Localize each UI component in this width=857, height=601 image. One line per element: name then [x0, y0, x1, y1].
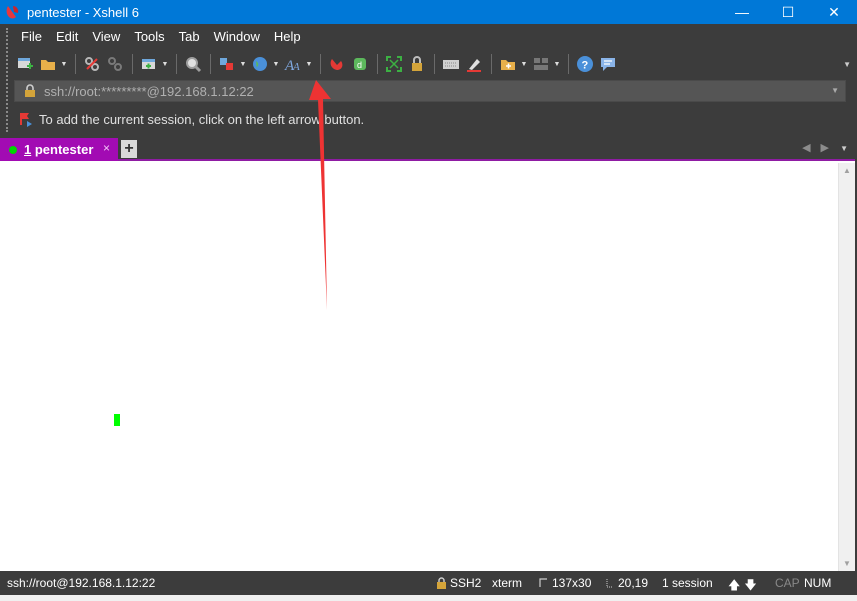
- window-bottom-edge: [0, 595, 857, 601]
- maximize-button[interactable]: ☐: [765, 0, 811, 24]
- size-icon: [539, 578, 547, 587]
- transfer-dropdown-icon[interactable]: ▼: [239, 53, 247, 75]
- open-folder-icon[interactable]: [37, 53, 59, 75]
- menu-edit[interactable]: Edit: [49, 28, 85, 46]
- status-connection: ssh://root@192.168.1.12:22: [7, 576, 156, 590]
- reconnect-icon[interactable]: [81, 53, 103, 75]
- terminal-cursor: [114, 414, 120, 426]
- tab-label: 1 pentester: [24, 142, 93, 157]
- status-lock-icon: [437, 577, 446, 589]
- menu-view[interactable]: View: [85, 28, 127, 46]
- tab-bar: 1 pentester × + ◀ ▶ ▼: [0, 138, 857, 161]
- menu-help[interactable]: Help: [267, 28, 308, 46]
- status-num: NUM: [804, 576, 832, 590]
- scroll-down-icon[interactable]: ▼: [843, 559, 851, 568]
- toolbar-separator: [377, 54, 378, 74]
- tab-next-icon[interactable]: ▶: [821, 141, 829, 154]
- layout-dropdown-icon[interactable]: ▼: [553, 53, 561, 75]
- status-size: 137x30: [539, 576, 591, 590]
- status-size-text: 137x30: [552, 576, 592, 590]
- compose-dropdown-icon[interactable]: ▼: [520, 53, 528, 75]
- new-tab-dropdown-icon[interactable]: ▼: [161, 53, 169, 75]
- new-tab-icon[interactable]: [138, 53, 160, 75]
- toolbar-overflow-icon[interactable]: ▼: [843, 60, 851, 69]
- status-bar: ssh://root@192.168.1.12:22 SSH2 xterm 13…: [0, 571, 857, 595]
- keyboard-icon[interactable]: [440, 53, 462, 75]
- status-protocol-text: SSH2: [450, 576, 482, 590]
- toolbar-separator: [434, 54, 435, 74]
- svg-text:?: ?: [582, 60, 589, 72]
- fullscreen-icon[interactable]: [383, 53, 405, 75]
- menu-file[interactable]: File: [14, 28, 49, 46]
- toolbar-separator: [132, 54, 133, 74]
- download-arrow-icon: 🡇: [744, 578, 757, 592]
- menu-window[interactable]: Window: [207, 28, 267, 46]
- tab-session-1[interactable]: 1 pentester ×: [0, 138, 118, 161]
- toolbar-separator: [210, 54, 211, 74]
- add-tab-button[interactable]: +: [121, 140, 137, 158]
- compose-icon[interactable]: [497, 53, 519, 75]
- upload-arrow-icon: 🡅: [728, 578, 741, 592]
- position-icon: [606, 579, 613, 588]
- status-transfer-arrows: 🡅 🡇: [728, 576, 757, 597]
- minimize-button[interactable]: —: [719, 0, 765, 24]
- toolbar-separator: [75, 54, 76, 74]
- status-caps: CAP: [775, 576, 800, 590]
- status-sessions: 1 session: [662, 576, 713, 590]
- tab-name: pentester: [34, 142, 94, 157]
- menu-tools[interactable]: Tools: [127, 28, 171, 46]
- transfer-icon[interactable]: [216, 53, 238, 75]
- tab-prev-icon[interactable]: ◀: [802, 141, 810, 154]
- add-session-arrow-icon[interactable]: [18, 111, 34, 127]
- xftp-icon[interactable]: [326, 53, 348, 75]
- window-title: pentester - Xshell 6: [27, 4, 140, 20]
- status-position: 20,19: [605, 576, 648, 590]
- status-position-text: 20,19: [618, 576, 649, 590]
- disconnect-icon[interactable]: [104, 53, 126, 75]
- terminal-scrollbar[interactable]: ▲ ▼: [838, 163, 855, 571]
- status-protocol: SSH2: [436, 576, 481, 590]
- menu-tab[interactable]: Tab: [172, 28, 207, 46]
- open-dropdown-icon[interactable]: ▼: [60, 53, 68, 75]
- svg-text:d: d: [357, 60, 362, 70]
- address-bar[interactable]: ssh://root:*********@192.168.1.12:22 ▼: [14, 80, 846, 102]
- globe-icon[interactable]: [249, 53, 271, 75]
- toolbar-separator: [491, 54, 492, 74]
- scroll-up-icon[interactable]: ▲: [843, 166, 851, 175]
- toolbar-grip[interactable]: [6, 28, 8, 132]
- lock-icon[interactable]: [406, 53, 428, 75]
- address-lock-icon: [25, 84, 35, 97]
- close-button[interactable]: ✕: [811, 0, 857, 24]
- connected-status-icon: [9, 145, 17, 154]
- tab-navigation: ◀ ▶: [802, 141, 829, 154]
- new-session-icon[interactable]: [14, 53, 36, 75]
- font-dropdown-icon[interactable]: ▼: [305, 53, 313, 75]
- address-dropdown-icon[interactable]: ▼: [831, 86, 839, 95]
- tab-number: 1: [24, 142, 32, 157]
- session-hint-bar: To add the current session, click on the…: [14, 110, 364, 128]
- toolbar: ▼ ▼ ▼ ▼ AA ▼ d ▼ ▼ ?: [14, 52, 620, 76]
- tab-close-icon[interactable]: ×: [103, 141, 110, 155]
- font-icon[interactable]: AA: [282, 53, 304, 75]
- layout-icon[interactable]: [530, 53, 552, 75]
- session-hint-text: To add the current session, click on the…: [39, 111, 365, 127]
- help-icon[interactable]: ?: [574, 53, 596, 75]
- tab-menu-icon[interactable]: ▼: [840, 144, 848, 153]
- toolbar-separator: [568, 54, 569, 74]
- chat-icon[interactable]: [597, 53, 619, 75]
- svg-text:A: A: [292, 61, 300, 73]
- toolbar-separator: [176, 54, 177, 74]
- menu-bar: File Edit View Tools Tab Window Help: [14, 28, 308, 46]
- terminal-area[interactable]: [0, 163, 838, 571]
- title-bar[interactable]: pentester - Xshell 6 — ☐ ✕: [0, 0, 857, 24]
- find-icon[interactable]: [182, 53, 204, 75]
- xshell-logo-icon: [6, 6, 19, 19]
- address-input[interactable]: ssh://root:*********@192.168.1.12:22: [44, 84, 254, 99]
- status-terminal-type: xterm: [492, 576, 522, 590]
- xagent-icon[interactable]: d: [349, 53, 371, 75]
- highlight-icon[interactable]: [463, 53, 485, 75]
- toolbar-separator: [320, 54, 321, 74]
- globe-dropdown-icon[interactable]: ▼: [272, 53, 280, 75]
